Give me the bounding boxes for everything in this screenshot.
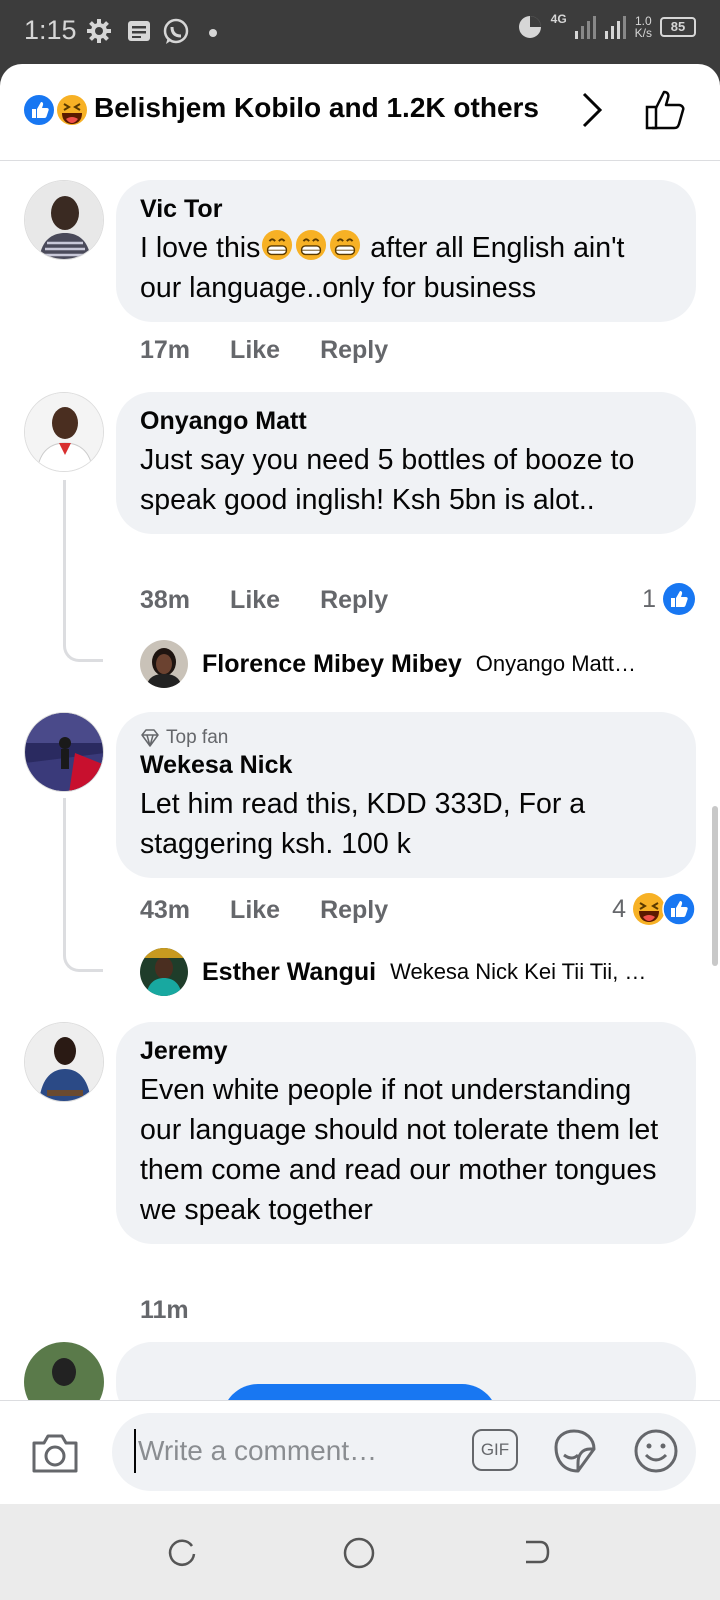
system-nav-bar	[0, 1504, 720, 1600]
comment-text: Let him read this, KDD 333D, For a stagg…	[140, 788, 586, 860]
network-type: 4G	[550, 12, 567, 26]
avatar[interactable]	[24, 180, 104, 260]
notification-dot-icon	[209, 29, 217, 37]
camera-icon[interactable]	[30, 1431, 80, 1475]
reply-text: Wekesa Nick Kei Tii Tii, …	[390, 959, 647, 984]
comment-time: 11m	[140, 1296, 189, 1324]
grin-emoji-icon	[296, 229, 327, 261]
signal-2-icon	[604, 16, 626, 39]
comment-author[interactable]: Wekesa Nick	[140, 750, 672, 780]
grin-emoji-icon	[330, 229, 361, 261]
avatar[interactable]	[24, 392, 104, 472]
reply-text: Onyango Matt…	[475, 651, 636, 676]
data-saver-icon	[518, 16, 541, 38]
status-right: 4G 1.0 K/s 85	[517, 12, 696, 40]
comment-composer: GIF	[0, 1400, 720, 1504]
gif-button[interactable]: GIF	[472, 1429, 518, 1471]
diamond-icon	[141, 729, 159, 747]
comment-meta: 43m Like Reply	[140, 896, 388, 925]
home-icon[interactable]	[342, 1536, 376, 1570]
reactions-summary: Belishjem Kobilo and 1.2K others	[94, 92, 539, 123]
settings-gear-icon	[87, 19, 111, 43]
reply-preview[interactable]: Florence Mibey Mibey Onyango Matt…	[140, 640, 636, 688]
like-link[interactable]: Like	[230, 586, 280, 615]
status-time: 1:15	[24, 15, 77, 45]
emoji-icon[interactable]	[632, 1427, 680, 1475]
avatar[interactable]	[24, 712, 104, 792]
comment-meta: 17m Like Reply	[140, 336, 388, 365]
thread-connector	[63, 798, 103, 972]
reply-author[interactable]: Esther Wangui	[202, 958, 376, 987]
comments-feed[interactable]: Vic Tor I love this after all English ai…	[0, 162, 720, 1464]
reply-link[interactable]: Reply	[320, 896, 388, 925]
grin-emoji-icon	[262, 229, 293, 261]
network-speed: 1.0 K/s	[634, 14, 652, 40]
avatar[interactable]	[140, 640, 188, 688]
recents-icon[interactable]	[166, 1536, 198, 1568]
comment-text: Just say you need 5 bottles of booze to …	[140, 444, 635, 516]
scrollbar[interactable]	[712, 806, 718, 966]
comment-bubble[interactable]: Vic Tor I love this after all English ai…	[116, 180, 696, 322]
status-bar: 1:15 4G 1.0 K/s 85	[0, 0, 720, 64]
reply-author[interactable]: Florence Mibey Mibey	[202, 650, 462, 679]
comment-text: I love this after all English ain't our …	[140, 228, 672, 308]
chevron-right-icon[interactable]	[580, 90, 604, 130]
thread-connector	[63, 480, 103, 662]
like-link[interactable]: Like	[230, 896, 280, 925]
reply-link[interactable]: Reply	[320, 586, 388, 615]
comment-time: 38m	[140, 586, 191, 614]
comment-bubble[interactable]: Top fan Wekesa Nick Let him read this, K…	[116, 712, 696, 878]
top-fan-badge: Top fan	[140, 726, 672, 750]
reply-link[interactable]: Reply	[320, 336, 388, 365]
back-icon[interactable]	[520, 1536, 552, 1568]
whatsapp-icon	[163, 18, 189, 44]
reply-preview[interactable]: Esther Wangui Wekesa Nick Kei Tii Tii, …	[140, 948, 646, 996]
like-haha-reaction-icons	[22, 93, 89, 127]
comment-time: 43m	[140, 896, 191, 924]
comment-time: 17m	[140, 336, 191, 364]
comment-author[interactable]: Jeremy	[140, 1036, 672, 1066]
comment-meta: 38m Like Reply	[140, 586, 388, 615]
battery-icon: 85	[660, 17, 696, 37]
comment-input-wrap[interactable]: GIF	[112, 1413, 696, 1491]
news-icon	[128, 21, 150, 41]
comment-text: Even white people if not understanding o…	[140, 1074, 659, 1226]
reaction-count[interactable]: 1	[642, 582, 696, 616]
signal-1-icon	[574, 16, 596, 39]
haha-reaction-icon	[633, 893, 665, 925]
like-link[interactable]: Like	[230, 336, 280, 365]
sticker-icon[interactable]	[550, 1427, 598, 1475]
comment-author[interactable]: Vic Tor	[140, 194, 672, 224]
avatar[interactable]	[140, 948, 188, 996]
comment-input[interactable]	[134, 1429, 434, 1473]
like-thumb-icon[interactable]	[644, 88, 688, 132]
avatar[interactable]	[24, 1022, 104, 1102]
comment-bubble[interactable]: Onyango Matt Just say you need 5 bottles…	[116, 392, 696, 534]
reactions-header[interactable]: Belishjem Kobilo and 1.2K others	[0, 64, 720, 161]
comments-sheet: Belishjem Kobilo and 1.2K others Vic Tor…	[0, 64, 720, 1504]
reaction-count[interactable]: 4	[612, 892, 696, 926]
like-reaction-icon	[662, 892, 696, 926]
comment-bubble[interactable]: Jeremy Even white people if not understa…	[116, 1022, 696, 1244]
comment-author[interactable]: Onyango Matt	[140, 406, 672, 436]
comment-meta: 11m	[140, 1296, 189, 1325]
like-reaction-icon	[663, 583, 695, 615]
